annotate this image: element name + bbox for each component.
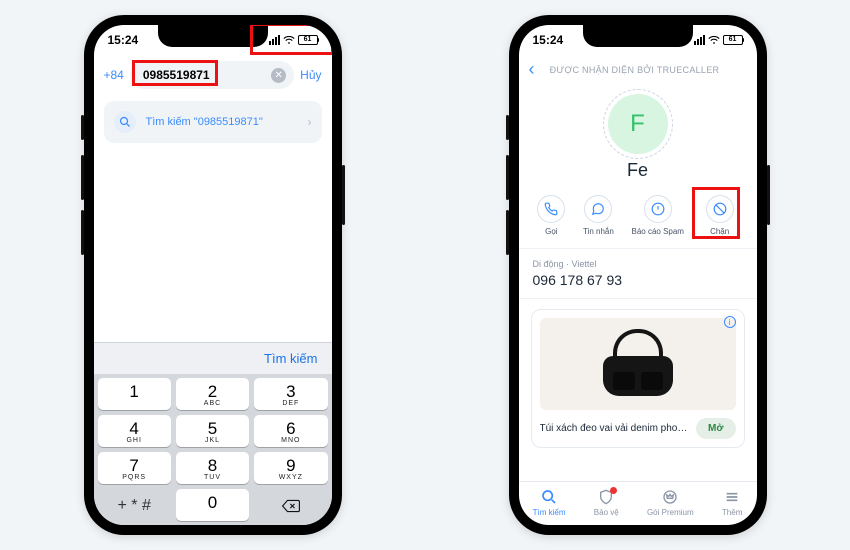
key-0[interactable]: 0 xyxy=(176,489,249,521)
country-code[interactable]: +84 xyxy=(104,68,124,82)
ad-open-button[interactable]: Mở xyxy=(696,418,735,439)
message-label: Tin nhắn xyxy=(583,227,614,236)
key-4[interactable]: 4GHI xyxy=(98,415,171,447)
signal-icon xyxy=(694,35,705,45)
menu-icon xyxy=(722,488,742,506)
search-result-row[interactable]: Tìm kiếm "0985519871" › xyxy=(104,101,322,143)
search-result-text: Tìm kiếm "0985519871" xyxy=(146,116,298,128)
block-label: Chặn xyxy=(710,227,729,236)
badge-dot xyxy=(610,487,617,494)
phone-number: 096 178 67 93 xyxy=(533,272,743,288)
key-7[interactable]: 7PQRS xyxy=(98,452,171,484)
tab-label: Tìm kiếm xyxy=(533,508,566,517)
tab-label: Gói Premium xyxy=(647,508,694,517)
clear-icon[interactable]: ✕ xyxy=(271,68,286,83)
phone-number-block[interactable]: Di động · Viettel 096 178 67 93 xyxy=(519,249,757,299)
call-label: Gọi xyxy=(545,227,557,236)
tab-bar: Tìm kiếm Bảo vệ Gói Premium Thêm xyxy=(519,481,757,525)
avatar-initial: F xyxy=(630,110,645,138)
key-2[interactable]: 2ABC xyxy=(176,378,249,410)
tab-more[interactable]: Thêm xyxy=(722,488,742,517)
tab-premium[interactable]: Gói Premium xyxy=(647,488,694,517)
signal-icon xyxy=(269,35,280,45)
contact-name: Fe xyxy=(519,160,757,181)
numeric-keypad: 1 2ABC 3DEF 4GHI 5JKL 6MNO 7PQRS 8TUV 9W… xyxy=(94,374,332,525)
backspace-icon[interactable] xyxy=(254,489,327,521)
ad-image xyxy=(540,318,736,410)
key-6[interactable]: 6MNO xyxy=(254,415,327,447)
status-time: 15:24 xyxy=(108,33,139,47)
number-label: Di động · Viettel xyxy=(533,259,743,269)
crown-icon xyxy=(660,488,680,506)
tab-search[interactable]: Tìm kiếm xyxy=(533,488,566,517)
report-spam-button[interactable]: Báo cáo Spam xyxy=(631,195,683,236)
ad-card[interactable]: i Túi xách đeo vai vải denim phon... Mở xyxy=(531,309,745,448)
phone-left: 15:24 61 +84 0985519871 ✕ Hủy Tìm kiếm "… xyxy=(84,15,342,535)
shield-icon xyxy=(596,488,616,506)
wifi-icon xyxy=(283,36,295,45)
block-button[interactable]: Chặn xyxy=(702,195,738,236)
message-button[interactable]: Tin nhắn xyxy=(583,195,614,236)
cancel-button[interactable]: Hủy xyxy=(300,68,321,82)
tab-protect[interactable]: Bảo vệ xyxy=(594,488,619,517)
phone-input[interactable]: 0985519871 ✕ xyxy=(130,61,294,89)
chevron-right-icon: › xyxy=(308,115,312,129)
keyboard-search-button[interactable]: Tìm kiếm xyxy=(264,351,317,366)
key-symbols[interactable]: + * # xyxy=(98,489,171,521)
search-icon xyxy=(539,488,559,506)
battery-icon: 61 xyxy=(723,35,743,45)
block-icon xyxy=(706,195,734,223)
phone-value: 0985519871 xyxy=(138,67,215,83)
search-icon xyxy=(114,111,136,133)
back-button[interactable]: ‹ xyxy=(529,59,535,80)
ad-title: Túi xách đeo vai vải denim phon... xyxy=(540,423,691,434)
search-bar: +84 0985519871 ✕ Hủy xyxy=(94,55,332,95)
status-time: 15:24 xyxy=(533,33,564,47)
tab-label: Thêm xyxy=(722,508,742,517)
spam-label: Báo cáo Spam xyxy=(631,227,683,236)
wifi-icon xyxy=(708,36,720,45)
alert-icon xyxy=(644,195,672,223)
phone-icon xyxy=(537,195,565,223)
call-button[interactable]: Gọi xyxy=(537,195,565,236)
battery-icon: 61 xyxy=(298,35,318,45)
ad-info-icon[interactable]: i xyxy=(724,316,736,328)
avatar: F xyxy=(608,94,668,154)
tab-label: Bảo vệ xyxy=(594,508,619,517)
phone-right: 15:24 61 ‹ ĐƯỢC NHẬN DIỆN BỞI TRUECALLER… xyxy=(509,15,767,535)
key-1[interactable]: 1 xyxy=(98,378,171,410)
key-8[interactable]: 8TUV xyxy=(176,452,249,484)
key-9[interactable]: 9WXYZ xyxy=(254,452,327,484)
action-row: Gọi Tin nhắn Báo cáo Spam Chặn xyxy=(519,195,757,249)
key-3[interactable]: 3DEF xyxy=(254,378,327,410)
chat-icon xyxy=(584,195,612,223)
key-5[interactable]: 5JKL xyxy=(176,415,249,447)
detail-header: ĐƯỢC NHẬN DIỆN BỞI TRUECALLER xyxy=(541,65,729,75)
